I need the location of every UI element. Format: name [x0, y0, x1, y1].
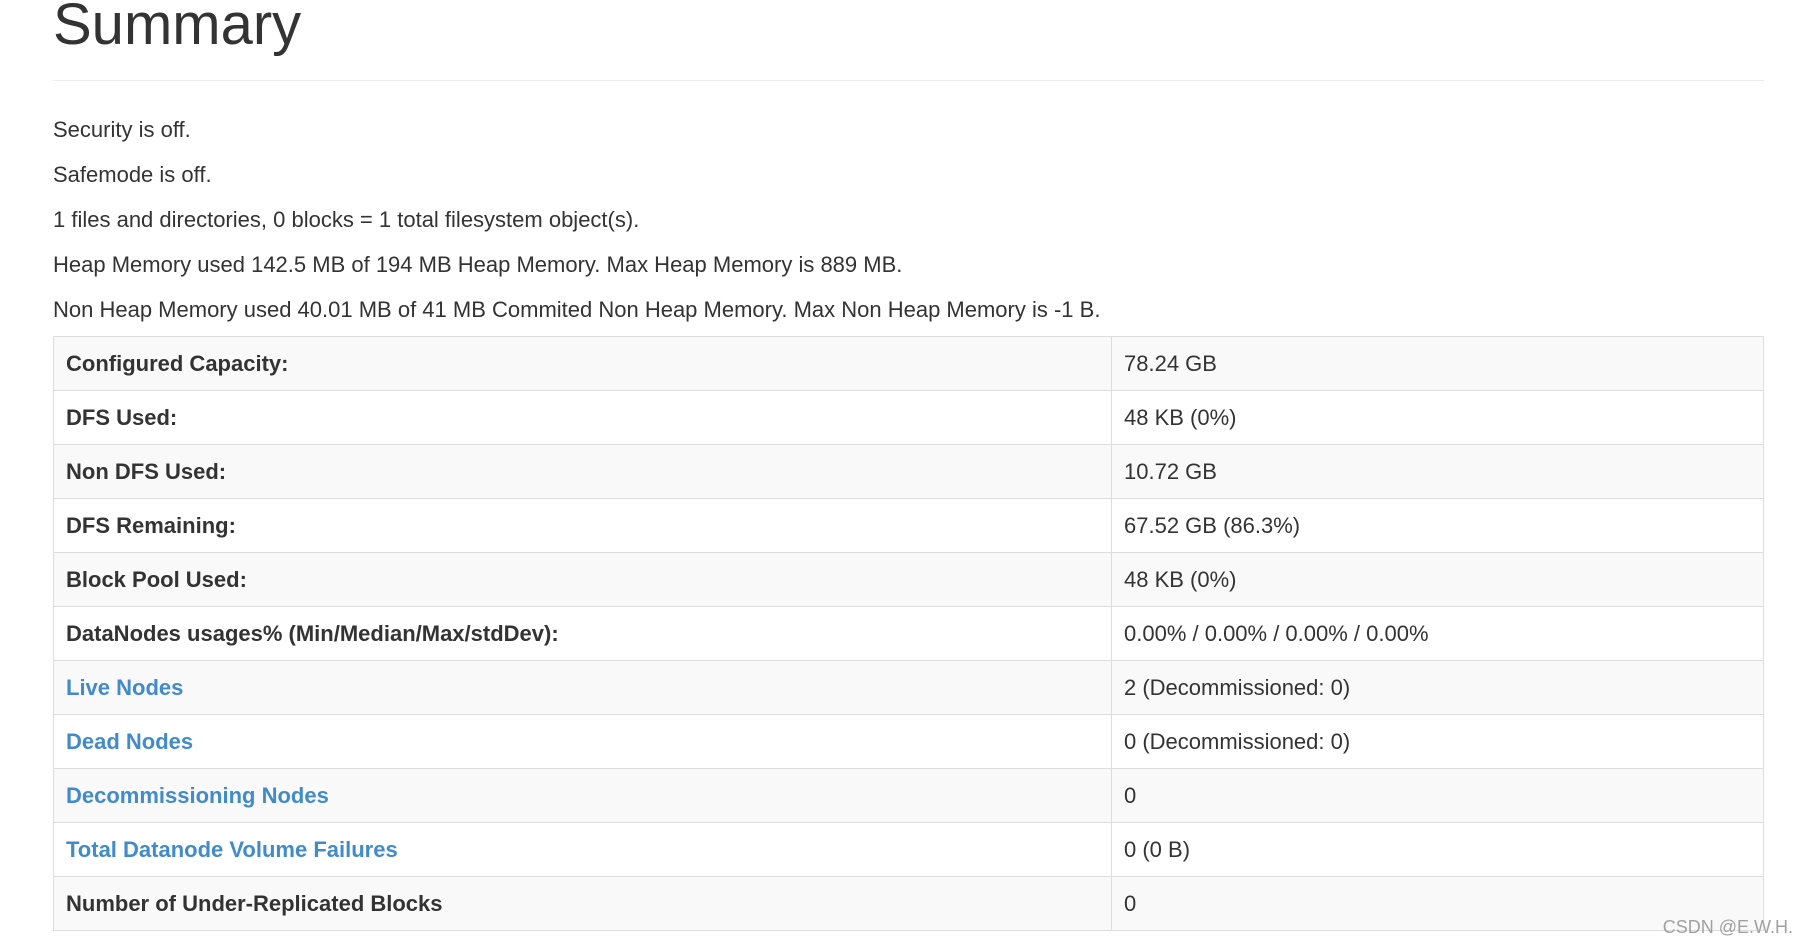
summary-section: Summary Security is off. Safemode is off… — [53, 0, 1764, 931]
table-row: DataNodes usages% (Min/Median/Max/stdDev… — [53, 606, 1764, 661]
table-row: Non DFS Used: 10.72 GB — [53, 444, 1764, 499]
table-row: DFS Used: 48 KB (0%) — [53, 390, 1764, 445]
configured-capacity-label: Configured Capacity: — [53, 336, 1112, 391]
dfs-used-label: DFS Used: — [53, 390, 1112, 445]
live-nodes-value: 2 (Decommissioned: 0) — [1111, 660, 1764, 715]
non-dfs-used-value: 10.72 GB — [1111, 444, 1764, 499]
table-row: Decommissioning Nodes 0 — [53, 768, 1764, 823]
filesystem-objects-status: 1 files and directories, 0 blocks = 1 to… — [53, 207, 640, 232]
table-row: Total Datanode Volume Failures 0 (0 B) — [53, 822, 1764, 877]
decommissioning-nodes-link[interactable]: Decommissioning Nodes — [66, 783, 329, 808]
volume-failures-cell: Total Datanode Volume Failures — [53, 822, 1112, 877]
decommissioning-nodes-cell: Decommissioning Nodes — [53, 768, 1112, 823]
table-row: DFS Remaining: 67.52 GB (86.3%) — [53, 498, 1764, 553]
volume-failures-value: 0 (0 B) — [1111, 822, 1764, 877]
under-replicated-blocks-label: Number of Under-Replicated Blocks — [53, 876, 1112, 931]
dead-nodes-value: 0 (Decommissioned: 0) — [1111, 714, 1764, 769]
table-row: Number of Under-Replicated Blocks 0 — [53, 876, 1764, 931]
table-row: Live Nodes 2 (Decommissioned: 0) — [53, 660, 1764, 715]
security-status: Security is off. — [53, 117, 191, 142]
live-nodes-link[interactable]: Live Nodes — [66, 675, 183, 700]
dfs-used-value: 48 KB (0%) — [1111, 390, 1764, 445]
status-lines: Security is off. Safemode is off. 1 file… — [53, 107, 1764, 332]
configured-capacity-value: 78.24 GB — [1111, 336, 1764, 391]
dead-nodes-cell: Dead Nodes — [53, 714, 1112, 769]
decommissioning-nodes-value: 0 — [1111, 768, 1764, 823]
block-pool-used-value: 48 KB (0%) — [1111, 552, 1764, 607]
page-header: Summary — [53, 0, 1764, 81]
non-dfs-used-label: Non DFS Used: — [53, 444, 1112, 499]
dead-nodes-link[interactable]: Dead Nodes — [66, 729, 193, 754]
safemode-status: Safemode is off. — [53, 162, 212, 187]
summary-table: Configured Capacity: 78.24 GB DFS Used: … — [53, 336, 1764, 931]
table-row: Block Pool Used: 48 KB (0%) — [53, 552, 1764, 607]
watermark: CSDN @E.W.H. — [1662, 917, 1793, 937]
heap-memory-status: Heap Memory used 142.5 MB of 194 MB Heap… — [53, 252, 903, 277]
datanodes-usages-value: 0.00% / 0.00% / 0.00% / 0.00% — [1111, 606, 1764, 661]
live-nodes-cell: Live Nodes — [53, 660, 1112, 715]
page-title: Summary — [53, 0, 302, 57]
non-heap-memory-status: Non Heap Memory used 40.01 MB of 41 MB C… — [53, 297, 1101, 322]
volume-failures-link[interactable]: Total Datanode Volume Failures — [66, 837, 398, 862]
table-row: Configured Capacity: 78.24 GB — [53, 336, 1764, 391]
dfs-remaining-value: 67.52 GB (86.3%) — [1111, 498, 1764, 553]
block-pool-used-label: Block Pool Used: — [53, 552, 1112, 607]
datanodes-usages-label: DataNodes usages% (Min/Median/Max/stdDev… — [53, 606, 1112, 661]
table-row: Dead Nodes 0 (Decommissioned: 0) — [53, 714, 1764, 769]
dfs-remaining-label: DFS Remaining: — [53, 498, 1112, 553]
